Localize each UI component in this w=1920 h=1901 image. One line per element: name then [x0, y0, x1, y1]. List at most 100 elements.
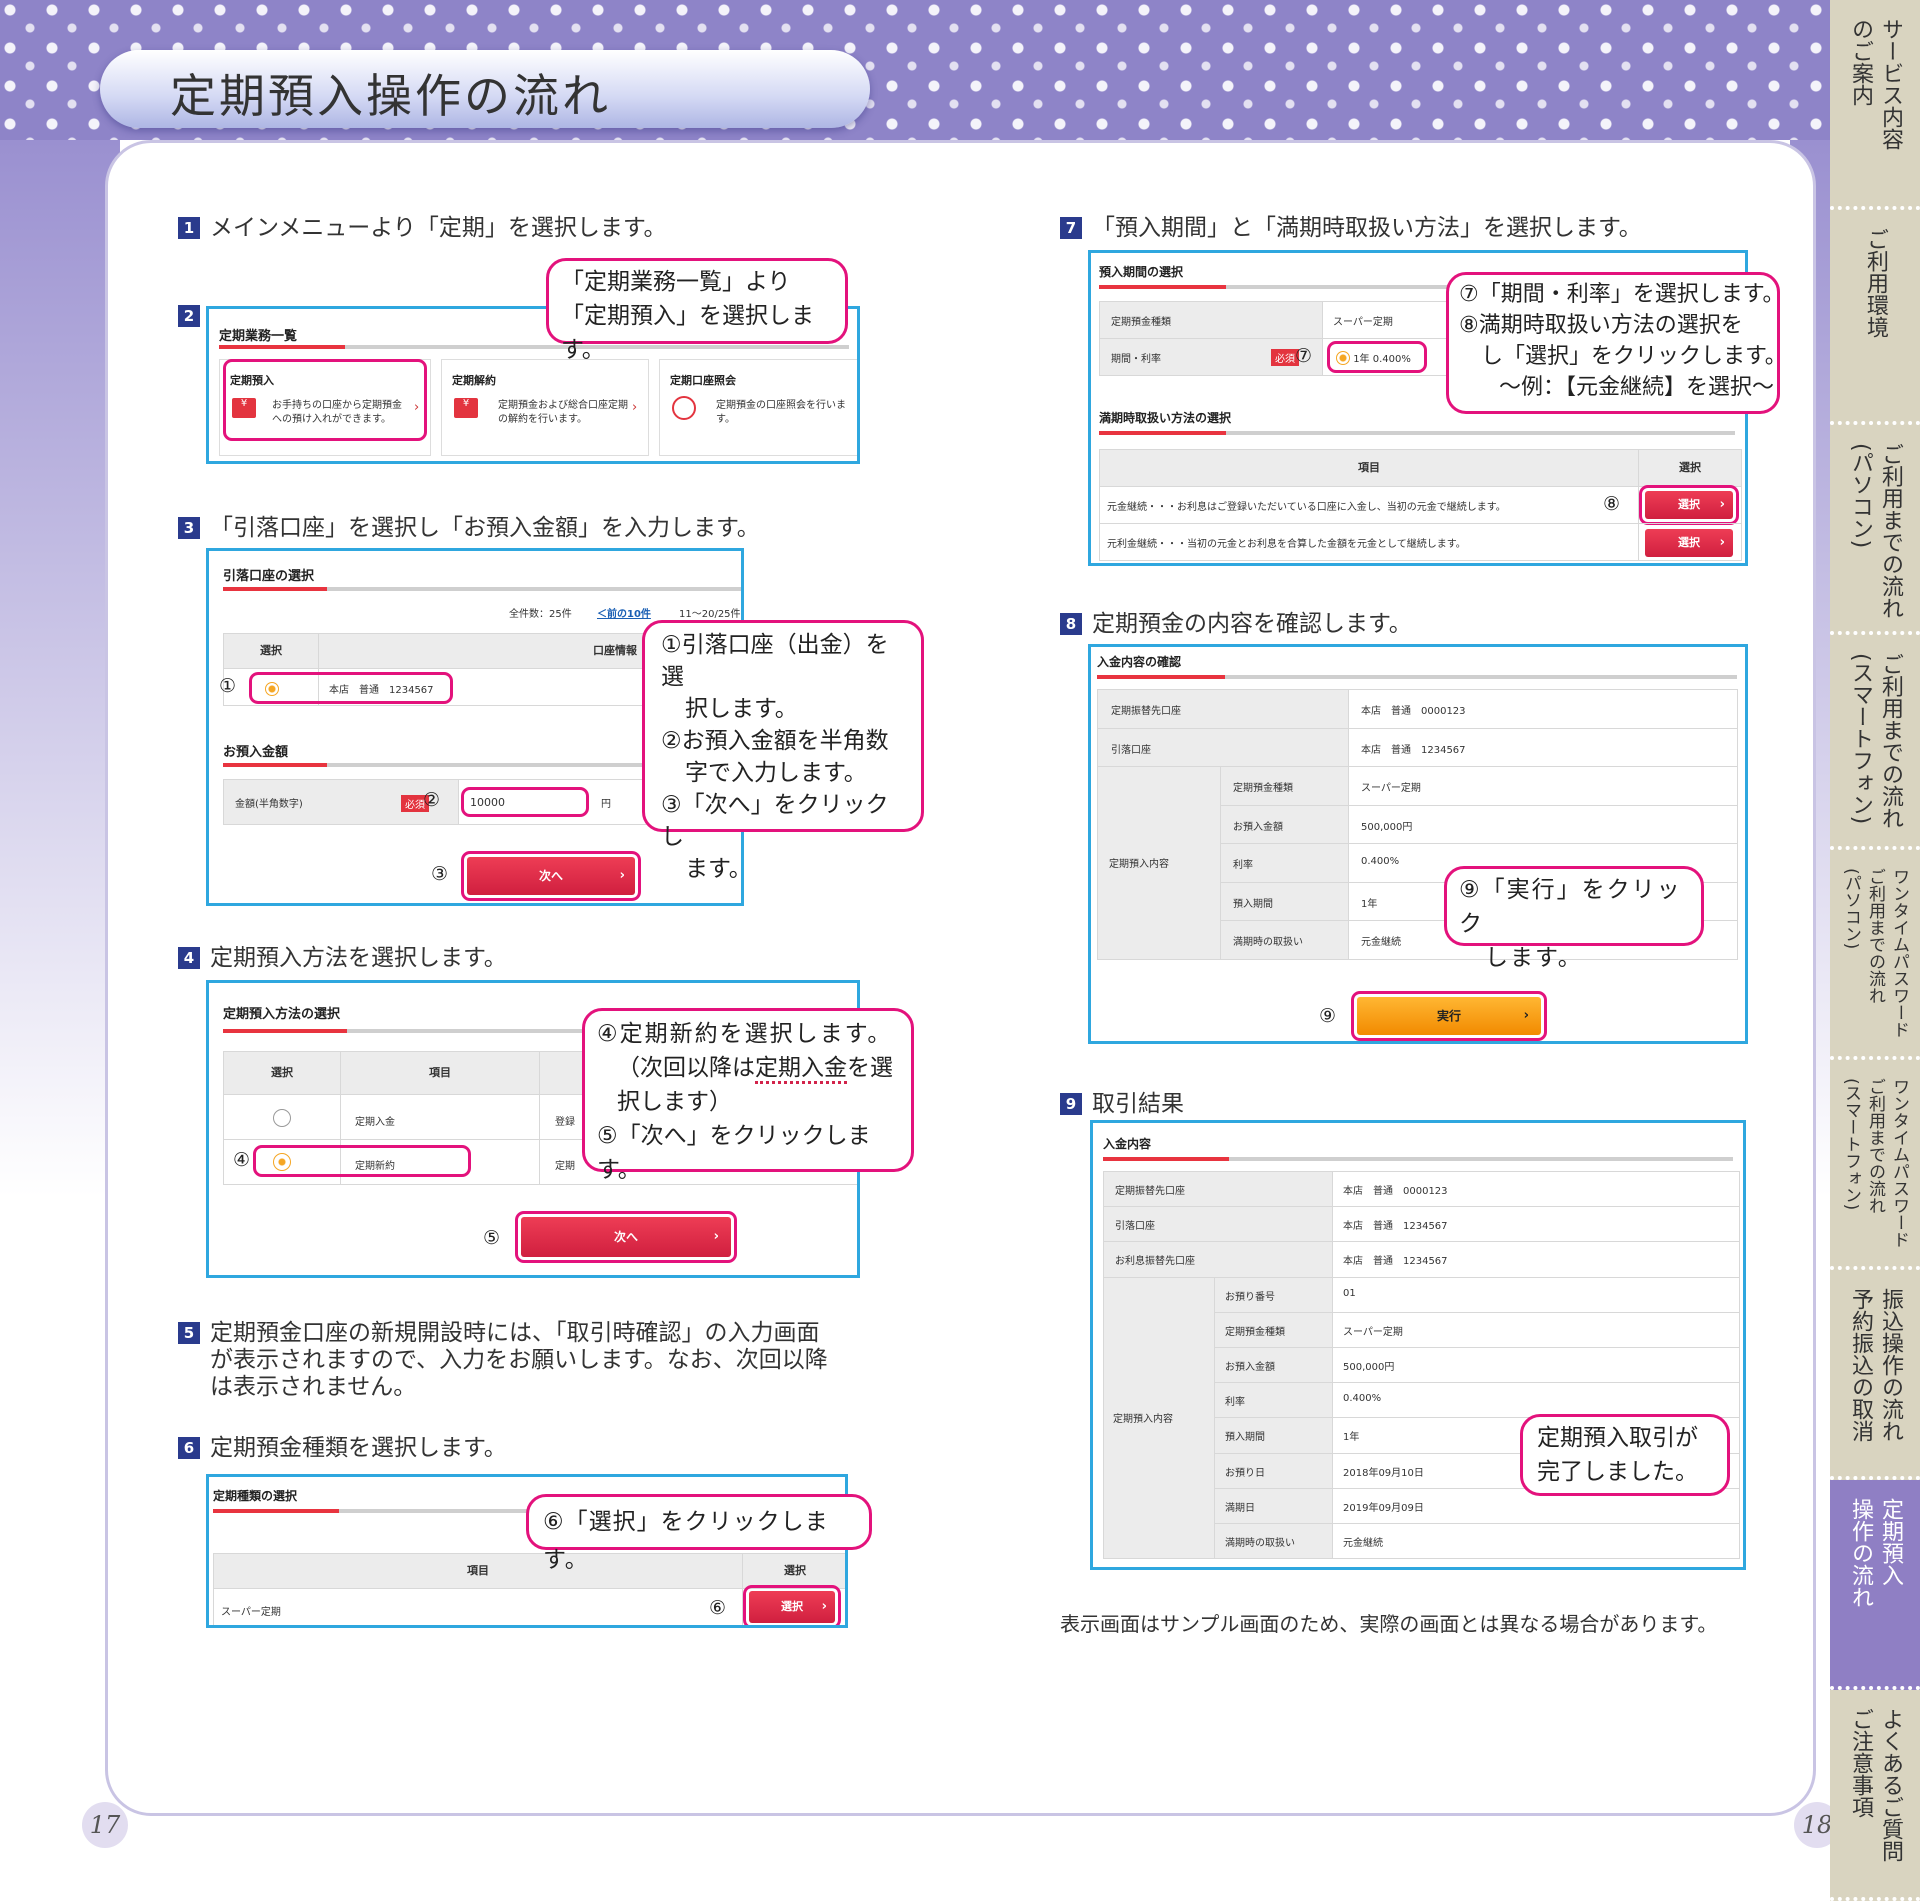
callout-line: 字で入力します。: [685, 760, 867, 786]
row-label: 利率: [1225, 1397, 1245, 1409]
execute-button[interactable]: 実行 ›: [1357, 997, 1541, 1035]
callout-step7: ⑦「期間・利率」を選択します。 ⑧満期時取扱い方法の選択を し「選択」をクリック…: [1446, 272, 1787, 414]
callout-step4: ④定期新約を選択します。 （次回以降は定期入金を選 択します） ⑤「次へ」をクリ…: [582, 1008, 914, 1183]
side-tab-label: ご利用までの流れ: [1878, 653, 1903, 829]
marker-7: ⑦: [1295, 345, 1313, 367]
section-title: 定期業務一覧: [219, 329, 298, 344]
col-item: 項目: [340, 1051, 540, 1095]
prev-page-link[interactable]: ＜前の10件: [597, 605, 651, 620]
footnote: 表示画面はサンプル画面のため、実際の画面とは異なる場合があります。: [1060, 1612, 1718, 1636]
section-title: 預入期間の選択: [1099, 265, 1184, 279]
type-label: スーパー定期: [221, 1607, 281, 1618]
button-label: 選択: [781, 1600, 803, 1613]
marker-5: ⑤: [483, 1227, 501, 1249]
chevron-right-icon: ›: [1719, 535, 1725, 550]
chevron-right-icon: ›: [632, 400, 638, 415]
step-text: が表示されますので、入力をお願いします。なお、次回以降: [210, 1347, 828, 1373]
amount-input[interactable]: 10000: [461, 787, 589, 817]
row-value: 本店 普通 1234567: [1361, 744, 1466, 756]
screen-confirm: 入金内容の確認 定期振替先口座 本店 普通 0000123 引落口座 本店 普通 12…: [1088, 644, 1748, 1044]
side-tab-label: (パソコン): [1848, 443, 1873, 549]
select-button-1[interactable]: 選択 ›: [1645, 491, 1733, 519]
select-button[interactable]: 選択 ›: [749, 1591, 835, 1623]
row-value: 2018年09月10日: [1343, 1467, 1424, 1479]
side-tab-label: (スマートフォン): [1841, 1078, 1861, 1211]
side-tab-label: (スマートフォン): [1848, 653, 1873, 825]
button-label: 次へ: [613, 1230, 638, 1244]
row-label: お利息振替先口座: [1115, 1256, 1195, 1268]
method-radio-1[interactable]: [273, 1109, 291, 1131]
step-text: 定期預金種類を選択します。: [210, 1435, 507, 1461]
step-4: 4 定期預入方法を選択します。: [178, 938, 507, 972]
row-label: 定期振替先口座: [1111, 706, 1181, 717]
side-tab-label: ワンタイムパスワード: [1889, 1078, 1909, 1248]
callout-step8: ⑨「実行」をクリック します。: [1444, 866, 1704, 971]
method-label: 定期入金: [355, 1117, 395, 1128]
section-underline: [1099, 431, 1735, 435]
row-value: 0.400%: [1361, 856, 1400, 867]
row-label: お預り日: [1225, 1467, 1265, 1479]
side-tab-label: よくあるご質問: [1878, 1708, 1903, 1862]
group-label: 定期預入内容: [1113, 1414, 1173, 1426]
card-desc: の解約を行います。: [498, 414, 587, 425]
row-value: 元金継続: [1343, 1538, 1383, 1549]
section-title: 入金内容: [1103, 1137, 1152, 1151]
section-title: 定期預入方法の選択: [223, 1007, 341, 1022]
chevron-right-icon: ›: [1523, 1008, 1529, 1023]
callout-line: ②お預入金額を半角数: [661, 728, 889, 754]
next-button[interactable]: 次へ ›: [467, 857, 635, 895]
row-value: スーパー定期: [1343, 1326, 1403, 1338]
step-6: 6 定期預金種類を選択します。: [178, 1428, 507, 1462]
row-value: 1年: [1343, 1432, 1360, 1444]
callout-line: し「選択」をクリックします。: [1481, 344, 1787, 369]
card-teiki-kaiyaku[interactable]: 定期解約 ¥ 定期預金および総合口座定期 の解約を行います。 ›: [441, 359, 649, 456]
row-value: 1年: [1361, 898, 1378, 910]
page-range: 11〜20/25件: [679, 609, 741, 620]
chevron-right-icon: ›: [821, 1599, 827, 1614]
callout-line: ①引落口座（出金）を選: [661, 632, 889, 690]
side-tab-label: ご利用までの流れ: [1865, 1078, 1885, 1214]
section-title: 入金内容の確認: [1097, 655, 1182, 669]
step-text: 定期預入方法を選択します。: [210, 945, 507, 971]
row-value: 本店 普通 1234567: [1343, 1256, 1448, 1268]
callout-line: 択します。: [685, 696, 798, 722]
row-value: 500,000円: [1361, 821, 1413, 833]
side-tab-label: ワンタイムパスワード: [1889, 868, 1909, 1038]
section-title: 引落口座の選択: [223, 569, 315, 584]
callout-line: （次回以降は: [617, 1055, 755, 1081]
col-select: 選択: [223, 633, 319, 669]
select-button-2[interactable]: 選択 ›: [1645, 529, 1733, 557]
section-underline: [1097, 675, 1737, 679]
row-label: 預入期間: [1233, 898, 1273, 910]
step-text: 定期預金の内容を確認します。: [1092, 611, 1412, 637]
row-value: 01: [1343, 1287, 1356, 1299]
amount-label: 金額(半角数字): [235, 799, 303, 810]
callout-line: 「定期預入」を選択します。: [561, 303, 814, 363]
rate-option[interactable]: 1年 0.400%: [1327, 341, 1427, 373]
rate-label: 1年 0.400%: [1353, 354, 1411, 365]
callout-line: ⑥「選択」をクリックします。: [543, 1509, 829, 1573]
button-label: 次へ: [538, 869, 563, 883]
screen-result: 入金内容 定期振替先口座 本店 普通 0000123 引落口座 本店 普通 12345…: [1090, 1120, 1746, 1570]
callout-line: ⑤「次へ」をクリックします。: [597, 1123, 871, 1183]
next-button[interactable]: 次へ ›: [521, 1217, 731, 1257]
row-label: 引落口座: [1115, 1221, 1155, 1233]
callout-line: 択します）: [617, 1089, 732, 1115]
step-text: メインメニューより「定期」を選択します。: [210, 215, 667, 241]
side-tab-label: 定期預入: [1878, 1498, 1903, 1586]
callout-step3: ①引落口座（出金）を選 択します。 ②お預入金額を半角数 字で入力します。 ③「…: [642, 620, 924, 882]
step-text: は表示されません。: [210, 1374, 417, 1400]
step-9: 9 取引結果: [1060, 1084, 1184, 1118]
search-icon: [672, 396, 696, 420]
row-label: 預入期間: [1225, 1432, 1265, 1444]
side-tab-label: ご利用環境: [1863, 228, 1888, 338]
row-label: お預り番号: [1225, 1291, 1275, 1303]
marker-8: ⑧: [1603, 493, 1621, 515]
card-teiki-shokai[interactable]: 定期口座照会 定期預金の口座照会を行いま す。: [659, 359, 857, 456]
step-number: 3: [178, 517, 200, 539]
step-3: 3 「引落口座」を選択し「お預入金額」を入力します。: [178, 508, 760, 542]
step-8: 8 定期預金の内容を確認します。: [1060, 604, 1412, 638]
marker-3: ③: [431, 863, 449, 885]
page-number-left: 17: [82, 1802, 128, 1848]
step-number: 9: [1060, 1093, 1082, 1115]
